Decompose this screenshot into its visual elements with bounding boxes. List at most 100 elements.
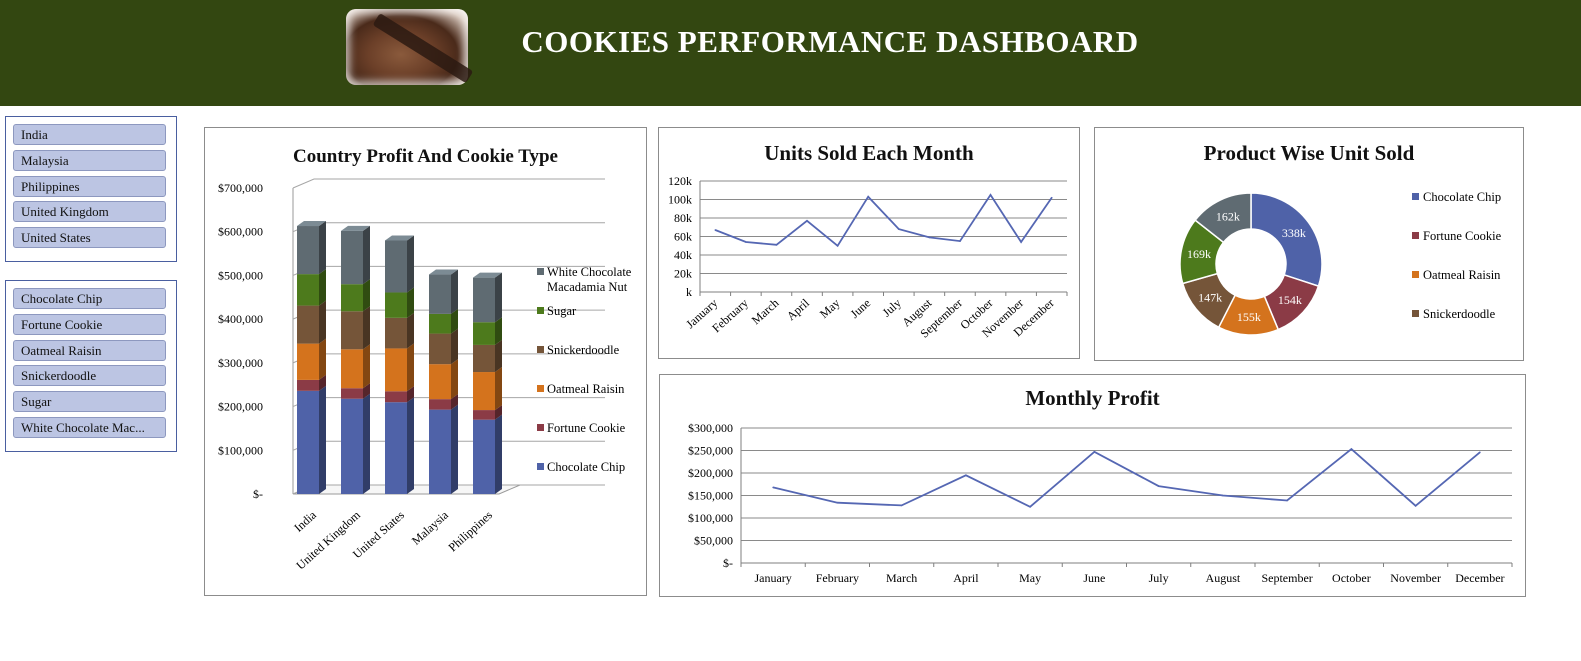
bar-segment [297,343,319,380]
data-point [900,504,903,507]
bar-segment [385,240,407,293]
bar-side [407,235,414,293]
data-point [965,474,967,477]
data-point [959,240,961,242]
x-tick-label: July [1149,571,1169,585]
legend-label: Chocolate Chip [1423,190,1501,204]
bar-segment [297,274,319,306]
bar-segment [297,305,319,344]
bar-segment [429,333,451,365]
x-tick-label: April [953,571,979,585]
x-tick-label: July [880,296,904,320]
legend-label: Oatmeal Raisin [547,382,625,396]
legend-swatch [537,346,544,353]
slicer-product-fortune-cookie[interactable]: Fortune Cookie [13,313,166,335]
bar-side [451,328,458,365]
slicer-product-white-chocolate-mac[interactable]: White Chocolate Mac... [13,417,166,438]
data-point [897,228,900,230]
bar-segment [385,402,407,494]
donut-value-label: 162k [1216,209,1240,223]
y-tick-label: $- [253,487,263,501]
bar-segment [429,399,451,410]
slicer-country-united-states[interactable]: United States [13,227,166,249]
bar-side [319,300,326,344]
dashboard-title: COOKIES PERFORMANCE DASHBOARD [521,24,1139,59]
units-sold-panel: Units Sold Each Month k 20k 40k 60k 80k 100k 1… [658,127,1080,359]
bar-segment [473,322,495,345]
x-tick-label: October [1332,571,1371,585]
slicer-country-philippines[interactable]: Philippines [13,175,166,197]
slicer-product-sugar[interactable]: Sugar [13,391,166,413]
x-tick-label: March [886,571,917,585]
slicer-product-snickerdoodle[interactable]: Snickerdoodle [13,365,166,387]
bar-segment [429,274,451,314]
data-point [989,194,992,196]
bar-side [363,225,370,285]
bar-side [363,393,370,494]
y-tick-label: $600,000 [218,225,263,239]
y-tick-label: 40k [674,248,692,262]
x-tick-label: August [1206,571,1241,585]
bar-segment [473,410,495,420]
data-point [772,486,774,489]
legend-label: Snickerdoodle [1423,307,1496,321]
country-profit-chart: $- $100,000 $200,000 $300,000 $400,000 $500,0… [218,178,632,572]
series-line [772,447,1481,508]
slicer-country-india[interactable]: India [13,124,166,145]
product-slicer: Chocolate Chip Fortune Cookie Oatmeal Rais… [5,280,177,452]
data-point [1350,448,1353,450]
bar-side [451,269,458,314]
legend-label: Oatmeal Raisin [1423,268,1501,282]
country-profit-panel: Country Profit And Cookie Type $- $100,00… [204,127,647,596]
data-point [714,229,717,231]
bar-segment [341,349,363,389]
series-line [714,193,1053,248]
y-tick-label: $200,000 [218,400,263,414]
data-point [1479,451,1481,454]
legend-swatch [1412,271,1419,278]
bar-side [407,397,414,494]
slicer-country-malaysia[interactable]: Malaysia [13,149,166,171]
bar-side [319,269,326,306]
bar-segment [473,277,495,323]
bar-segment [429,313,451,334]
slicer-product-chocolate-chip[interactable]: Chocolate Chip [13,288,166,309]
data-point [928,236,931,239]
bar-segment [429,409,451,494]
donut-value-label: 155k [1237,310,1261,324]
legend-label: Snickerdoodle [547,343,620,357]
x-tick-label: India [291,507,319,534]
bar-segment [297,390,319,494]
data-point [1286,499,1288,502]
data-point [836,501,839,504]
y-tick-label: $250,000 [688,444,733,458]
x-tick-label: June [1083,571,1105,585]
bar-side [363,306,370,350]
y-tick-label: $100,000 [218,443,263,457]
product-units-chart: 338k 154k 155k 147k 169k 162k Chocolate Chip Fo… [1179,190,1502,336]
bar-side [451,359,458,400]
data-point [775,244,778,246]
bar-segment [341,284,363,312]
x-tick-label: Malaysia [409,507,452,547]
legend-label: Fortune Cookie [1423,229,1502,243]
bar-side [319,221,326,275]
bar-side [363,344,370,389]
legend-swatch [1412,193,1419,200]
legend-swatch [537,385,544,392]
legend-swatch [1412,232,1419,239]
bar-side [407,287,414,318]
legend-swatch [537,307,544,314]
slicer-product-oatmeal-raisin[interactable]: Oatmeal Raisin [13,339,166,361]
x-tick-label: December [1455,571,1504,585]
y-tick-label: $50,000 [694,534,733,548]
slicer-country-united-kingdom[interactable]: United Kingdom [13,201,166,223]
y-tick-label: $100,000 [688,511,733,525]
y-tick-label: $400,000 [218,312,263,326]
y-tick-label: 100k [668,193,692,207]
bar-segment [385,391,407,403]
y-tick-label: $200,000 [688,466,733,480]
bar-side [495,414,502,494]
x-tick-label: November [1390,571,1441,585]
legend-label: Macadamia Nut [547,280,628,294]
